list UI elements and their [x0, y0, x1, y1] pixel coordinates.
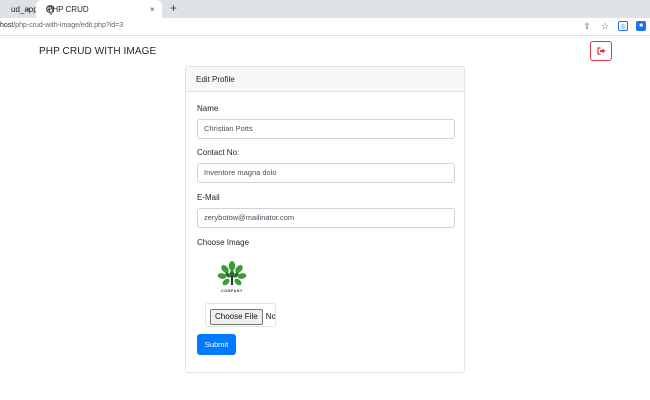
company-logo	[217, 261, 247, 286]
submit-button[interactable]: Submit	[197, 334, 236, 355]
browser-tab-bar: ud_app | × PHP CRUD × +	[0, 0, 650, 18]
contact-label: Contact No:	[197, 148, 240, 157]
image-label: Choose Image	[197, 238, 250, 247]
file-status: No	[265, 312, 275, 321]
card-title: Edit Profile	[186, 67, 464, 92]
contact-input[interactable]: Inventore magna dolo	[197, 163, 455, 183]
choose-file-button[interactable]: Choose File	[210, 308, 263, 325]
url-host: host	[0, 22, 14, 29]
new-tab-button[interactable]: +	[170, 1, 177, 15]
star-icon[interactable]: ☆	[600, 21, 610, 31]
name-input[interactable]: Christian Potts	[197, 119, 455, 139]
profile-image: COMPANY	[214, 260, 250, 296]
browser-tab[interactable]: ud_app | ×	[0, 0, 42, 18]
browser-tab-active[interactable]: PHP CRUD ×	[36, 0, 162, 18]
logo-caption: COMPANY	[221, 289, 243, 293]
extension-icon[interactable]: ■	[636, 21, 646, 31]
address-bar-icons: ⇪ ☆ ◎ ■	[582, 21, 646, 31]
email-label: E-Mail	[197, 193, 220, 202]
url-text[interactable]: host/php-crud-with-image/edit.php?id=3	[0, 22, 123, 29]
edit-profile-card: Edit Profile Name Christian Potts Contac…	[185, 66, 465, 373]
close-icon[interactable]: ×	[150, 5, 155, 14]
tab-title: PHP CRUD	[47, 4, 89, 14]
url-path: /php-crud-with-image/edit.php?id=3	[13, 22, 124, 29]
sign-out-icon	[596, 47, 605, 55]
page-brand: PHP CRUD WITH IMAGE	[39, 46, 157, 57]
email-input[interactable]: zerybotow@mailinator.com	[197, 208, 455, 228]
address-bar[interactable]: host/php-crud-with-image/edit.php?id=3 ⇪…	[0, 18, 650, 36]
logout-button[interactable]	[590, 41, 612, 61]
image-file-input[interactable]: Choose File No	[205, 303, 276, 327]
lens-icon[interactable]: ◎	[618, 21, 628, 31]
share-icon[interactable]: ⇪	[582, 21, 592, 31]
close-icon[interactable]: ×	[26, 5, 31, 14]
name-label: Name	[197, 104, 219, 113]
